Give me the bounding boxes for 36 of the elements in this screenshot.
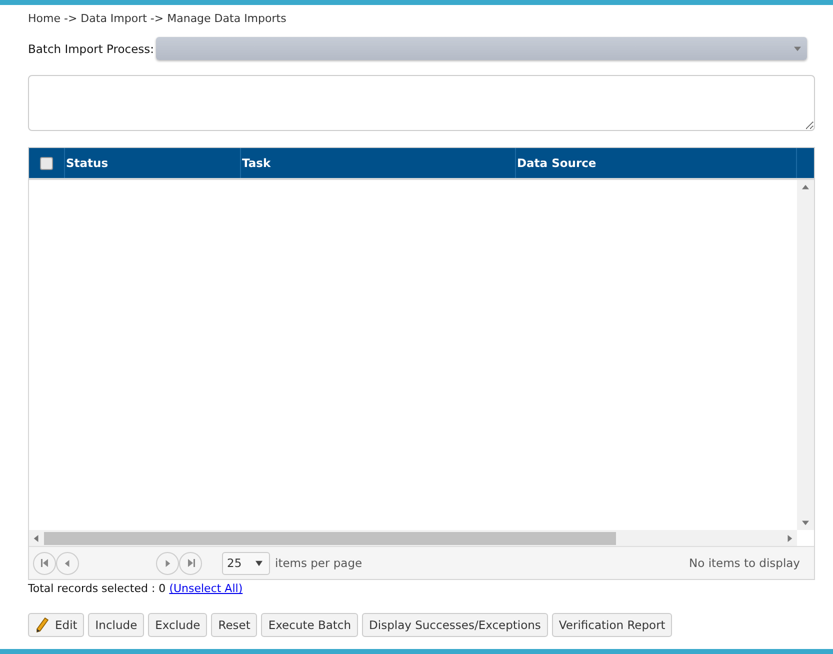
action-button[interactable]: Verification Report bbox=[552, 613, 672, 637]
unselect-all-link[interactable]: (Unselect All) bbox=[169, 582, 243, 595]
action-button[interactable]: Execute Batch bbox=[261, 613, 358, 637]
select-all-checkbox[interactable] bbox=[40, 156, 53, 170]
down-arrow-icon bbox=[802, 519, 809, 526]
page-size-dropdown[interactable]: 25 bbox=[222, 552, 270, 574]
column-header[interactable]: Status bbox=[65, 156, 108, 170]
up-arrow-icon bbox=[802, 184, 809, 191]
horizontal-scrollbar[interactable] bbox=[29, 530, 797, 546]
next-page-button[interactable] bbox=[156, 552, 179, 574]
first-page-button[interactable] bbox=[33, 552, 56, 574]
selection-summary: Total records selected : 0 (Unselect All) bbox=[28, 582, 243, 595]
right-arrow-icon bbox=[164, 560, 171, 566]
breadcrumb: Home -> Data Import -> Manage Data Imports bbox=[28, 12, 286, 25]
last-page-icon bbox=[186, 559, 194, 567]
action-button[interactable]: Edit bbox=[28, 613, 84, 637]
pencil-icon bbox=[35, 617, 49, 633]
caret-icon bbox=[794, 45, 801, 52]
action-button[interactable]: Exclude bbox=[148, 613, 208, 637]
field-label: Batch Import Process: bbox=[28, 42, 154, 56]
first-page-icon bbox=[40, 559, 48, 567]
column-header[interactable]: Data Source bbox=[516, 156, 596, 170]
page-size-label: items per page bbox=[275, 556, 362, 570]
left-arrow-icon bbox=[33, 534, 40, 542]
caret-icon bbox=[255, 560, 263, 566]
previous-page-button[interactable] bbox=[56, 552, 79, 574]
action-button[interactable]: Reset bbox=[211, 613, 258, 637]
empty-message: No items to display bbox=[689, 556, 800, 570]
vertical-scrollbar[interactable] bbox=[797, 180, 814, 530]
action-button[interactable]: Include bbox=[88, 613, 144, 637]
action-button[interactable]: Display Successes/Exceptions bbox=[362, 613, 548, 637]
last-page-button[interactable] bbox=[179, 552, 202, 574]
column-header[interactable]: Task bbox=[241, 156, 271, 170]
text-area[interactable] bbox=[28, 75, 815, 131]
left-arrow-icon bbox=[64, 560, 71, 566]
right-arrow-icon bbox=[786, 534, 793, 542]
